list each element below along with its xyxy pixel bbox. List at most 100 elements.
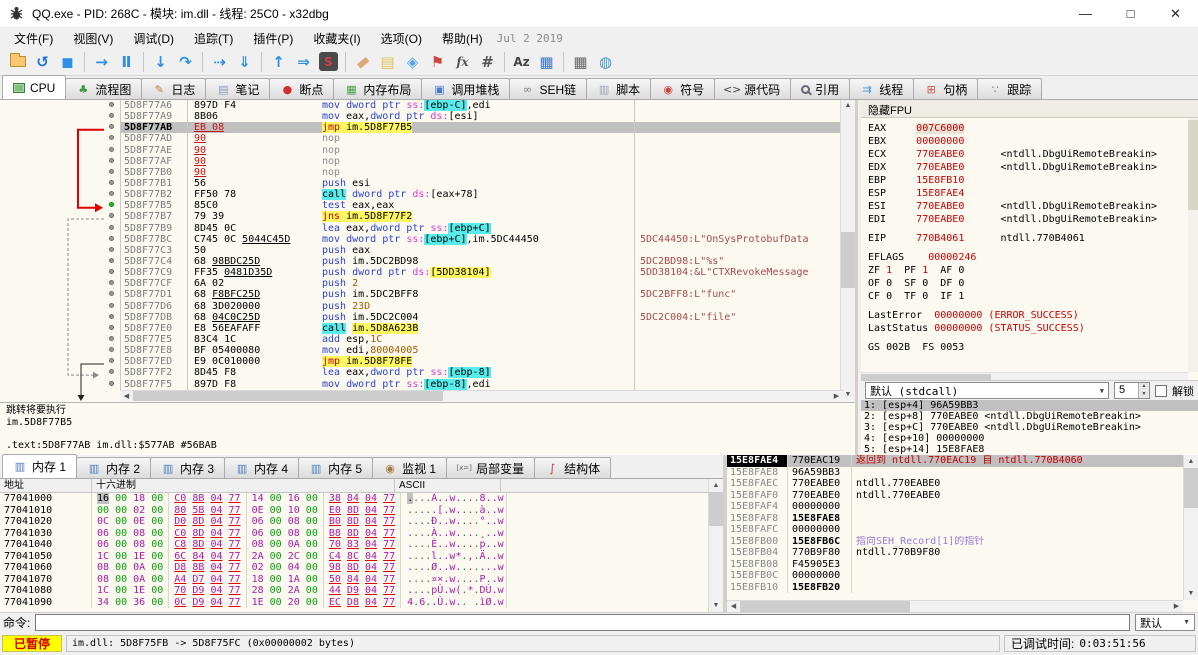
disasm-row[interactable]: 5D8F77D1 68 F8BFC25D push im.5DC2BFF8 5DC2B… — [0, 289, 843, 301]
register-row[interactable]: GS 002B FS 0053 — [868, 341, 1188, 354]
register-row[interactable]: EIP 770B4061 ntdll.770B4061 — [868, 232, 1188, 245]
register-value[interactable]: 00000000 (ERROR_SUCCESS) — [934, 310, 1079, 321]
scroll-up-arrow[interactable]: ▲ — [1184, 455, 1198, 468]
stack-row[interactable]: 15E8FAF4 00000000 — [727, 501, 1183, 513]
tab-call-stack[interactable]: ▣ 调用堆栈 — [421, 78, 511, 99]
tab-notes[interactable]: ▤ 笔记 — [205, 78, 271, 99]
spin-up-icon[interactable]: ▲ — [1139, 383, 1149, 391]
menu-item[interactable]: 插件(P) — [243, 28, 303, 49]
breakpoint-dot[interactable] — [109, 124, 114, 130]
trace-over-icon[interactable]: ⇓ — [232, 50, 257, 74]
spin-down-icon[interactable]: ▼ — [1139, 390, 1149, 398]
scroll-thumb[interactable] — [740, 601, 910, 612]
disasm-row[interactable]: 5D8F77F5 897D F8 mov dword ptr ss:[ebp-8],… — [0, 378, 843, 390]
jump-target-dot[interactable] — [109, 202, 114, 208]
scroll-left-arrow[interactable]: ◀ — [120, 391, 133, 401]
disassembly-vertical-scrollbar[interactable]: ▲ ▼ — [840, 100, 855, 401]
stack-row[interactable]: 15E8FB04 770B9F80 ntdll.770B9F80 — [727, 547, 1183, 559]
tab-seh-chain[interactable]: ∞ SEH链 — [509, 78, 588, 99]
register-row[interactable]: ESI 770EABE0 <ntdll.DbgUiRemoteBreakin> — [868, 200, 1188, 213]
register-row[interactable]: EFLAGS 00000246 — [868, 251, 1188, 264]
dump-row[interactable]: 77041010 00 00 02 00 80 5B 04 77 0E 00 10 0… — [0, 504, 708, 516]
bookmarks-icon[interactable]: ⚑ — [425, 50, 450, 74]
tab-dump-4[interactable]: ▥ 内存 4 — [224, 457, 300, 478]
tab-dump-5[interactable]: ▥ 内存 5 — [298, 457, 374, 478]
tab-log[interactable]: ✎ 日志 — [141, 78, 207, 99]
strings-icon[interactable]: Az — [509, 50, 534, 74]
register-row[interactable]: CF 0 TF 0 IF 1 — [868, 290, 1188, 303]
tab-watch-1[interactable]: ◉ 监视 1 — [372, 457, 448, 478]
tab-cpu[interactable]: CPU — [2, 75, 67, 99]
tab-symbols[interactable]: ◉ 符号 — [650, 78, 716, 99]
scroll-thumb[interactable] — [133, 391, 443, 401]
breakpoint-dot[interactable] — [109, 135, 114, 141]
stack-row[interactable]: 15E8FAFC 00000000 — [727, 524, 1183, 536]
dump-row[interactable]: 77041000 16 00 18 00 C0 8B 04 77 14 00 16 0… — [0, 493, 708, 505]
scroll-up-arrow[interactable]: ▲ — [709, 479, 723, 492]
register-row[interactable]: EDX 770EABE0 <ntdll.DbgUiRemoteBreakin> — [868, 161, 1188, 174]
step-over-icon[interactable]: ↷ — [173, 50, 198, 74]
breakpoint-dot[interactable] — [109, 313, 114, 319]
register-row[interactable]: EBP 15E8FB10 — [868, 174, 1188, 187]
breakpoint-dot[interactable] — [109, 157, 114, 163]
stack-row[interactable]: 15E8FAE4 770EAC19 返回到 ntdll.770EAC19 自 ntd… — [727, 455, 1183, 467]
disasm-row[interactable]: 5D8F77BC C745 0C 5044C45D mov dword ptr ss… — [0, 233, 843, 245]
scroll-down-arrow[interactable]: ▼ — [841, 389, 855, 401]
scroll-left-arrow[interactable]: ◀ — [727, 601, 740, 612]
disasm-row[interactable]: 5D8F77B5 85C0 test eax,eax — [0, 200, 843, 212]
dump-row[interactable]: 77041070 08 00 0A 00 A4 D7 04 77 18 00 1A 0… — [0, 573, 708, 585]
dump-vertical-scrollbar[interactable]: ▲ ▼ — [708, 479, 723, 612]
command-input[interactable] — [35, 614, 1130, 631]
disasm-row[interactable]: 5D8F77A9 8B06 mov eax,dword ptr ds:[esi] — [0, 111, 843, 123]
tab-breakpoints[interactable]: ● 断点 — [269, 78, 335, 99]
register-value[interactable]: 770EABE0 — [916, 214, 1000, 225]
register-row[interactable]: ZF 1 PF 1 AF 0 — [868, 264, 1188, 277]
stack-row[interactable]: 15E8FAE8 96A59BB3 — [727, 466, 1183, 478]
disasm-row[interactable]: 5D8F77E8 BF 05400080 mov edi,80004005 — [0, 345, 843, 357]
breakpoint-dot[interactable] — [109, 291, 114, 297]
register-row[interactable]: ECX 770EABE0 <ntdll.DbgUiRemoteBreakin> — [868, 148, 1188, 161]
labels-icon[interactable]: ◈ — [400, 50, 425, 74]
tab-struct[interactable]: ∫ 结构体 — [534, 457, 612, 478]
register-row[interactable]: EAX 007C6000 — [868, 122, 1188, 135]
argument-depth-spinner[interactable]: 5 ▲ ▼ — [1114, 382, 1150, 399]
argument-row[interactable]: 3: [esp+C] 770EABE0 <ntdll.DbgUiRemoteBr… — [861, 422, 1198, 433]
stack-row[interactable]: 15E8FAF8 15E8FAE8 — [727, 512, 1183, 524]
register-row[interactable]: LastStatus 00000000 (STATUS_SUCCESS) — [868, 322, 1188, 335]
scylla-icon[interactable]: S — [319, 52, 338, 71]
dump-row[interactable]: 77041040 06 00 08 00 C8 8D 04 77 08 00 0A 0… — [0, 539, 708, 551]
register-value[interactable]: 00000000 (STATUS_SUCCESS) — [934, 323, 1085, 334]
scroll-thumb[interactable] — [1184, 468, 1198, 508]
open-file-icon[interactable] — [5, 50, 30, 74]
stack-vertical-scrollbar[interactable]: ▲ ▼ — [1183, 455, 1198, 600]
tab-threads[interactable]: ⇉ 线程 — [849, 78, 915, 99]
tab-locals[interactable]: [x=] 局部变量 — [446, 457, 536, 478]
tab-trace[interactable]: ∵ 跟踪 — [977, 78, 1043, 99]
stack-row[interactable]: 15E8FB08 F45905E3 — [727, 558, 1183, 570]
register-row[interactable]: ESP 15E8FAE4 — [868, 187, 1188, 200]
stack-row[interactable]: 15E8FB10 15E8FB20 — [727, 581, 1183, 593]
tab-script[interactable]: ▥ 脚本 — [586, 78, 652, 99]
breakpoint-dot[interactable] — [109, 102, 114, 108]
register-value[interactable]: 770B4061 — [916, 233, 1000, 244]
breakpoint-dot[interactable] — [109, 269, 114, 275]
scroll-right-arrow[interactable]: ▶ — [1170, 601, 1183, 612]
disasm-row[interactable]: 5D8F77ED E9 0C010000 jmp im.5D8F78FE — [0, 356, 843, 368]
disasm-row[interactable]: 5D8F77DB 68 04C0C25D push im.5DC2C004 5DC2C… — [0, 311, 843, 323]
disassembly-horizontal-scrollbar[interactable]: ◀ ▶ — [120, 390, 843, 401]
pause-icon[interactable]: Ⅱ — [114, 50, 139, 74]
scroll-up-arrow[interactable]: ▲ — [841, 100, 855, 112]
disasm-row[interactable]: 5D8F77CF 6A 02 push 2 — [0, 278, 843, 290]
dump-row[interactable]: 77041030 06 00 08 00 C0 8D 04 77 06 00 08 0… — [0, 527, 708, 539]
disasm-row[interactable]: 5D8F77A6 897D F4 mov dword ptr ss:[ebp-C],… — [0, 100, 843, 112]
scroll-thumb[interactable] — [1188, 120, 1198, 210]
dump-row[interactable]: 77041080 1C 00 1E 00 70 D9 04 77 28 00 2A 0… — [0, 585, 708, 597]
scroll-thumb[interactable] — [709, 492, 723, 526]
command-script-type-select[interactable]: 默认 ▼ — [1135, 614, 1195, 631]
disasm-row[interactable]: 5D8F77AE 90 nop — [0, 144, 843, 156]
disasm-row[interactable]: 5D8F77C3 50 push eax — [0, 244, 843, 256]
stack-row[interactable]: 15E8FAF0 770EABE0 ntdll.770EABE0 — [727, 489, 1183, 501]
step-into-icon[interactable]: ↓ — [148, 50, 173, 74]
breakpoint-dot[interactable] — [109, 358, 114, 364]
unlock-checkbox[interactable] — [1155, 384, 1167, 397]
